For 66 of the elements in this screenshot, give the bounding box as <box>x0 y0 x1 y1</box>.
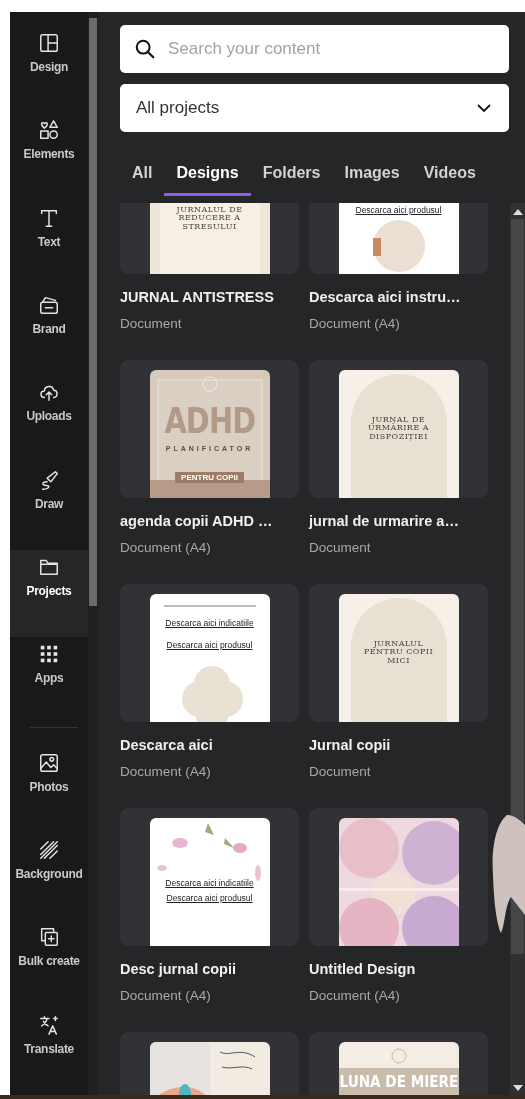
design-type: Document <box>120 316 183 332</box>
design-card[interactable]: JURNAL DE URMĂRIRE A DISPOZIȚIEI <box>309 360 488 498</box>
design-type: Document <box>309 540 372 556</box>
copy-plus-icon <box>38 926 60 949</box>
design-title[interactable]: JURNAL ANTISTRESS <box>120 288 299 306</box>
scrollbar-thumb[interactable] <box>89 18 97 606</box>
design-card[interactable]: JURNALUL PENTRU COPII MICI <box>309 584 488 722</box>
thumbnail-text: Descarca aici produsul <box>166 640 253 650</box>
sidebar-item[interactable]: Background <box>10 832 88 921</box>
design-card[interactable]: Descarca aici indicatiile Descarca aici produsul <box>120 584 299 722</box>
sidebar-item[interactable]: Bulk create <box>10 920 88 1008</box>
thumbnail-text: JURNALUL PENTRU COPII MICI <box>362 640 435 666</box>
sidebar-item[interactable]: Elements <box>10 113 88 201</box>
design-card[interactable]: Descarca aici produsul <box>309 203 488 274</box>
tab[interactable]: All <box>120 160 165 196</box>
scrollbar[interactable] <box>510 203 525 1095</box>
shapes-icon <box>38 119 60 142</box>
sidebar-item[interactable]: Design <box>10 26 88 114</box>
sidebar-item[interactable]: Translate <box>10 1007 88 1095</box>
thumbnail-text: JURNAL DE URMĂRIRE A DISPOZIȚIEI <box>366 416 431 442</box>
scroll-down-icon[interactable] <box>512 1085 523 1091</box>
thumbnail-text: LUNA DE MIERE <box>339 1072 458 1091</box>
design-type: Document (A4) <box>309 316 401 332</box>
search-field[interactable]: Search your content <box>120 25 509 73</box>
design-type: Document (A4) <box>120 764 212 780</box>
design-type: Document (A4) <box>309 988 401 1004</box>
search-icon <box>134 38 156 60</box>
thumbnail-text: Descarca aici produsul <box>355 205 442 215</box>
projects-dropdown[interactable]: All projects <box>120 84 509 132</box>
sidebar-item[interactable]: Photos <box>10 745 88 833</box>
design-title[interactable]: Jurnal copii <box>309 736 488 754</box>
tab[interactable]: Folders <box>250 160 333 196</box>
design-title[interactable]: jurnal de urmarire a… <box>309 512 488 530</box>
image-icon <box>38 751 60 774</box>
tab[interactable]: Videos <box>411 160 488 196</box>
thumbnail-text: PENTRU COPII <box>175 472 244 483</box>
briefcase-icon <box>38 294 60 316</box>
scroll-up-icon[interactable] <box>512 209 523 215</box>
tab[interactable]: Images <box>332 160 412 196</box>
design-card[interactable]: Descarca aici indicatiile Descarca aici produsul <box>120 808 299 946</box>
sidebar-item[interactable]: Uploads <box>10 375 88 463</box>
chevron-down-icon <box>477 104 491 112</box>
translate-icon <box>38 1013 60 1036</box>
design-card[interactable]: JURNALUL DE REDUCERE A STRESULUI <box>120 203 299 274</box>
tab[interactable]: Designs <box>164 160 251 196</box>
sidebar-item[interactable]: Draw <box>10 462 88 550</box>
design-title[interactable]: Desc jurnal copii <box>120 960 299 978</box>
thumbnail-text: ADHD <box>164 400 255 441</box>
design-title[interactable]: agenda copii ADHD … <box>120 512 299 530</box>
design-title[interactable]: Descarca aici <box>120 736 299 754</box>
design-title[interactable]: Descarca aici instru… <box>309 288 488 306</box>
sidebar-item[interactable]: Projects <box>10 549 88 638</box>
sidebar-item[interactable]: Text <box>10 200 88 288</box>
design-type: Document <box>309 764 372 780</box>
thumbnail-text: Descarca aici indicatiile <box>165 878 254 888</box>
thumbnail-text: Descarca aici produsul <box>166 893 253 903</box>
sidebar-item[interactable]: Apps <box>10 637 88 725</box>
design-card[interactable] <box>309 808 488 946</box>
design-type: Document (A4) <box>120 540 212 556</box>
thumbnail-text: JURNALUL DE REDUCERE A STRESULUI <box>175 206 244 232</box>
sidebar-item[interactable]: Brand <box>10 288 88 376</box>
design-title[interactable]: Untitled Design <box>309 960 488 978</box>
layout-icon <box>38 32 60 54</box>
design-type: Document (A4) <box>120 988 212 1004</box>
thumbnail-text: Descarca aici indicatiile <box>165 618 254 628</box>
stripes-icon <box>38 838 60 861</box>
